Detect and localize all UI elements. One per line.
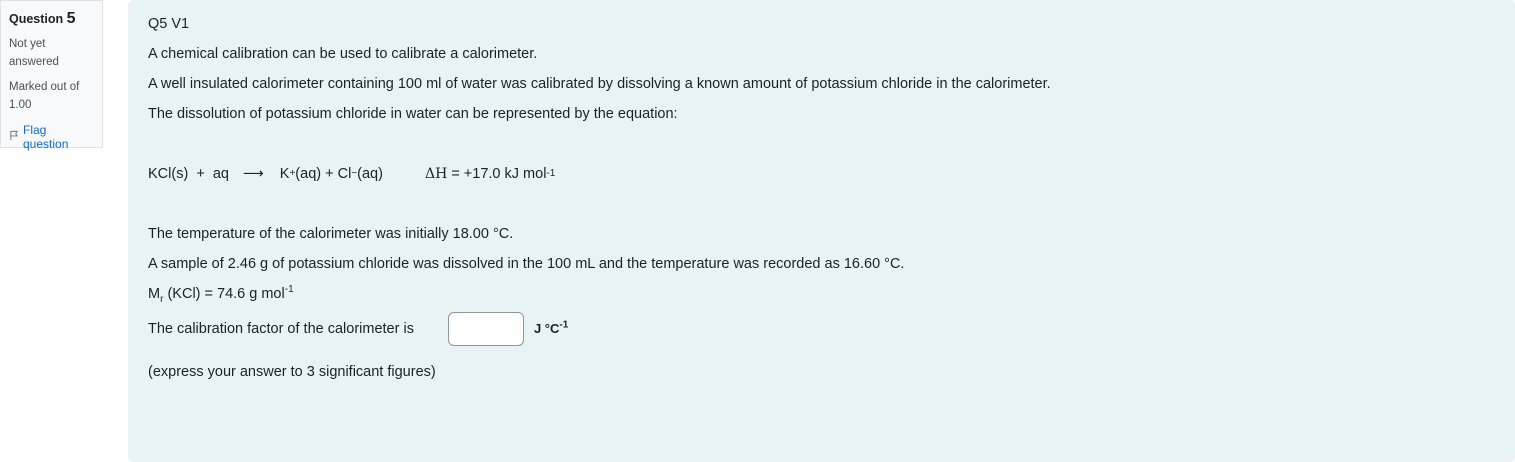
question-heading: Q5 V1	[148, 16, 190, 32]
question-number-value: 5	[66, 10, 76, 27]
molar-mass-symbol: M	[148, 286, 161, 302]
molar-mass-exponent: -1	[284, 284, 294, 296]
flag-question-label: Flag question	[23, 123, 69, 151]
molar-mass-text: (KCl) = 74.6 g mol	[163, 286, 285, 302]
equation-value: = +17.0 kJ mol	[447, 166, 547, 182]
equation-delta-h: ΔH	[424, 166, 448, 182]
answer-unit: J °C-1	[534, 320, 568, 338]
equation-arrow: ⟶	[242, 166, 264, 182]
equation-k-state: (aq) + Cl	[295, 166, 352, 182]
answer-input[interactable]	[447, 312, 524, 346]
molar-mass: Mr (KCl) = 74.6 g mol-1	[148, 284, 294, 305]
question-info-panel: Question 5 Not yet answered Marked out o…	[0, 0, 103, 151]
flag-question-link[interactable]: Flag question	[9, 123, 94, 151]
question-number: Question 5	[9, 10, 94, 28]
equation-reactants: KCl(s) + aq	[148, 166, 229, 182]
question-grade: Marked out of 1.00	[9, 81, 80, 111]
question-content: Q5 V1 A chemical calibration can be used…	[128, 0, 1515, 462]
dissolution-equation: KCl(s) + aq ⟶ K + (aq) + Cl − (aq) ΔH = +17.…	[148, 166, 556, 182]
paragraph-setup: A well insulated calorimeter containing …	[148, 76, 1051, 92]
paragraph-equation-intro: The dissolution of potassium chloride in…	[148, 106, 678, 122]
equation-k: K	[279, 166, 290, 182]
question-word: Question	[9, 12, 64, 26]
answer-unit-exponent: -1	[559, 319, 569, 331]
paragraph-initial-temp: The temperature of the calorimeter was i…	[148, 226, 514, 242]
paragraph-intro: A chemical calibration can be used to ca…	[148, 46, 538, 62]
paragraph-sample: A sample of 2.46 g of potassium chloride…	[148, 256, 905, 272]
equation-cl-state: (aq)	[357, 166, 383, 182]
flag-icon	[9, 130, 20, 144]
answer-label: The calibration factor of the calorimete…	[148, 321, 414, 337]
answer-note: (express your answer to 3 significant fi…	[148, 364, 436, 380]
answer-row: The calibration factor of the calorimete…	[148, 312, 568, 346]
answer-unit-text: J °C	[533, 321, 560, 336]
question-state: Not yet answered	[9, 38, 59, 68]
